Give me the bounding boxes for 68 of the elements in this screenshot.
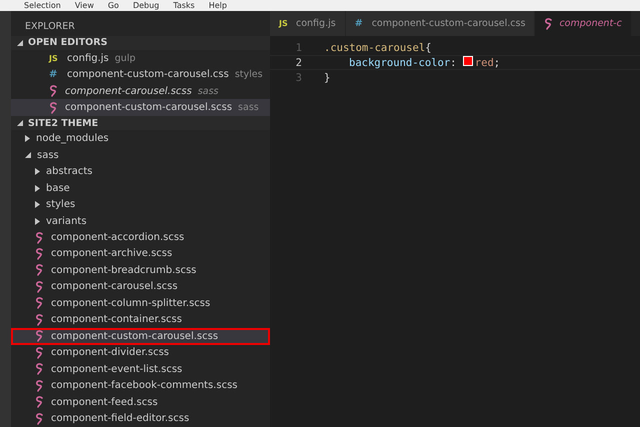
expanded-caret-icon — [17, 40, 23, 46]
folder-item[interactable]: base — [11, 180, 270, 196]
open-editor-item[interactable]: component-custom-carousel.scss sass — [11, 99, 270, 116]
file-item[interactable]: component-field-editor.scss — [11, 410, 270, 427]
file-item[interactable]: component-carousel.scss — [11, 278, 270, 296]
collapsed-caret-icon[interactable] — [25, 135, 30, 142]
sass-file-icon — [35, 412, 45, 425]
collapsed-caret-icon[interactable] — [35, 184, 40, 192]
hash-file-icon: # — [354, 18, 367, 29]
sass-file-icon — [35, 280, 45, 293]
expanded-caret-icon — [17, 120, 23, 126]
sass-file-icon — [49, 85, 59, 98]
hash-file-icon: # — [49, 69, 61, 80]
menu-item[interactable]: Debug — [132, 0, 160, 10]
collapsed-caret-icon[interactable] — [35, 168, 40, 176]
explorer-title: EXPLORER — [24, 20, 76, 34]
folder-item[interactable]: node_modules — [11, 130, 270, 147]
line-number: 1 — [294, 42, 303, 54]
sass-file-icon — [35, 396, 45, 408]
sass-file-icon — [35, 380, 45, 392]
section-header[interactable]: OPEN EDITORS — [11, 36, 270, 50]
line-number: 2 — [294, 56, 303, 68]
editor-tab[interactable]: component-c — [535, 11, 632, 36]
file-item[interactable]: component-container.scss — [11, 312, 270, 328]
open-editor-item[interactable]: component-carousel.scss sass — [11, 83, 270, 100]
sass-file-icon — [35, 330, 45, 342]
menu-item[interactable]: Tasks — [173, 0, 195, 10]
sass-file-icon — [35, 346, 45, 359]
js-file-icon: JS — [49, 54, 61, 63]
sass-file-icon — [544, 18, 554, 30]
file-item[interactable]: component-facebook-comments.scss — [11, 378, 270, 394]
open-editor-item[interactable]: # component-custom-carousel.css styles — [11, 66, 270, 83]
menu-item[interactable]: Selection — [24, 0, 61, 10]
menu-item[interactable]: Help — [208, 0, 227, 10]
js-file-icon: JS — [279, 19, 291, 28]
sass-file-icon — [35, 232, 45, 244]
code-line: } — [324, 72, 330, 84]
collapsed-caret-icon[interactable] — [35, 201, 40, 208]
file-item[interactable]: component-accordion.scss — [11, 229, 270, 246]
editor-tab[interactable]: # component-custom-carousel.css — [346, 11, 536, 36]
folder-item[interactable]: variants — [11, 212, 270, 230]
sass-file-icon — [35, 314, 45, 326]
sass-file-icon — [35, 297, 45, 310]
file-item[interactable]: component-event-list.scss — [11, 361, 270, 378]
line-number: 3 — [294, 72, 303, 84]
file-item[interactable]: component-divider.scss — [11, 344, 270, 362]
open-editor-item[interactable]: JS config.js gulp — [11, 50, 270, 67]
code-line: .custom-carousel{ — [324, 42, 432, 54]
section-header[interactable]: SITE2 THEME — [11, 116, 270, 130]
sass-file-icon — [49, 102, 59, 114]
file-item[interactable]: component-breadcrumb.scss — [11, 262, 270, 279]
folder-item[interactable]: sass — [11, 146, 270, 164]
sass-file-icon — [35, 264, 45, 276]
folder-item[interactable]: styles — [11, 196, 270, 213]
sass-file-icon — [35, 248, 45, 260]
file-item[interactable]: component-custom-carousel.scss — [11, 328, 270, 345]
editor-tab[interactable]: JS config.js — [270, 11, 346, 36]
sass-file-icon — [35, 363, 45, 376]
code-line: background-color: red; — [348, 56, 500, 69]
collapsed-caret-icon[interactable] — [35, 218, 40, 225]
color-swatch[interactable] — [462, 56, 473, 66]
file-item[interactable]: component-column-splitter.scss — [11, 295, 270, 312]
expanded-caret-icon[interactable] — [25, 152, 31, 158]
file-item[interactable]: component-feed.scss — [11, 394, 270, 410]
menu-item[interactable]: View — [74, 0, 94, 10]
menu-item[interactable]: Go — [108, 0, 119, 10]
folder-item[interactable]: abstracts — [11, 163, 270, 180]
file-item[interactable]: component-archive.scss — [11, 246, 270, 262]
